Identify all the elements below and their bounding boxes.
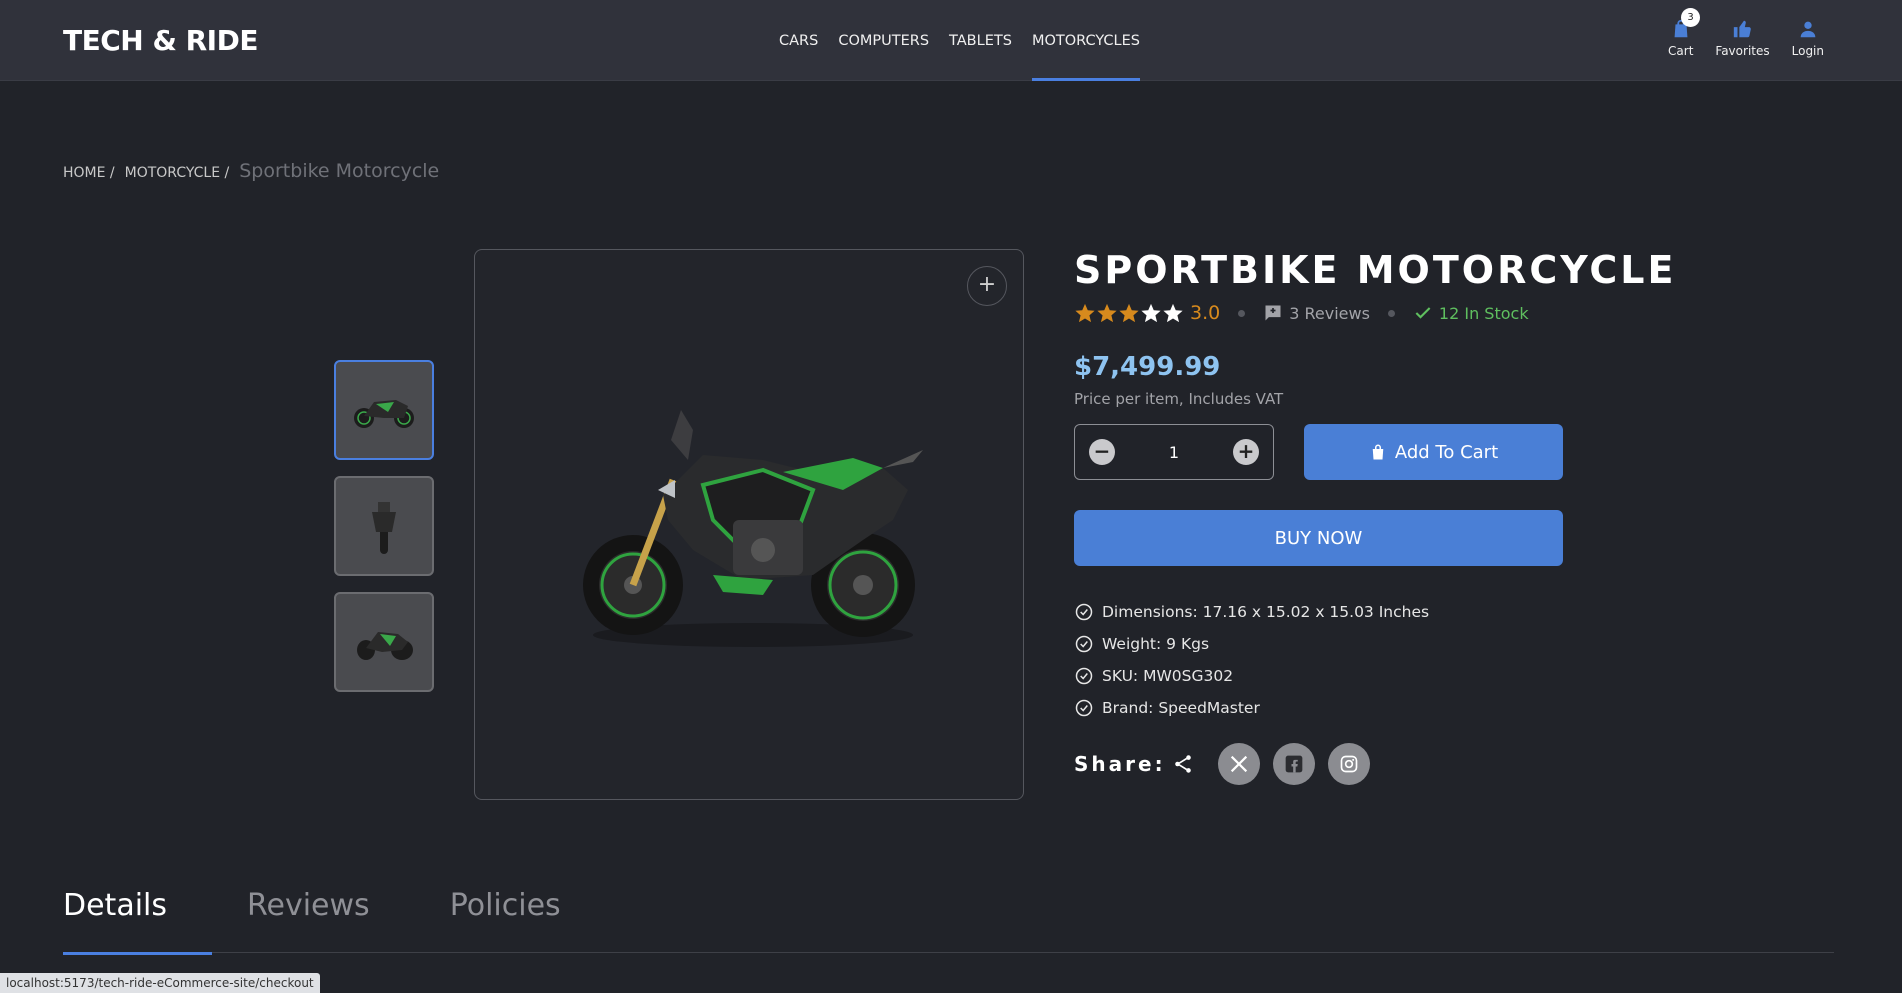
product-price: $7,499.99 xyxy=(1074,352,1221,382)
spec-brand: Brand: SpeedMaster xyxy=(1102,699,1260,717)
product-specs: Dimensions: 17.16 x 15.02 x 15.03 Inches… xyxy=(1074,596,1429,724)
site-logo[interactable]: TECH & RIDE xyxy=(63,24,258,57)
share-label: Share: xyxy=(1074,752,1166,776)
rating-row: 3.0 3 Reviews 12 In Stock xyxy=(1074,302,1529,324)
favorites-button[interactable]: Favorites xyxy=(1715,18,1770,58)
share-facebook-button[interactable] xyxy=(1272,743,1315,785)
nav-item-tablets[interactable]: TABLETS xyxy=(949,0,1012,81)
add-to-cart-label: Add To Cart xyxy=(1394,441,1499,463)
share-x-button[interactable] xyxy=(1217,743,1260,785)
spec-item: SKU: MW0SG302 xyxy=(1074,660,1429,692)
add-to-cart-button[interactable]: Add To Cart xyxy=(1304,424,1563,480)
check-icon xyxy=(1415,307,1431,319)
check-circle-icon xyxy=(1075,603,1093,621)
nav-item-computers[interactable]: COMPUTERS xyxy=(838,0,929,81)
spec-item: Weight: 9 Kgs xyxy=(1074,628,1429,660)
share-section: Share: xyxy=(1074,743,1383,785)
header-actions: 3 Cart Favorites Login xyxy=(1646,8,1824,58)
review-comment-icon xyxy=(1265,305,1281,321)
breadcrumb: HOME / MOTORCYCLE / Sportbike Motorcycle xyxy=(63,160,439,182)
quantity-stepper: − 1 + xyxy=(1074,424,1274,480)
share-icon xyxy=(1174,755,1191,773)
thumbs-up-icon xyxy=(1733,20,1751,38)
buy-now-button[interactable]: BUY NOW xyxy=(1074,510,1563,566)
cart-label: Cart xyxy=(1668,44,1694,58)
top-header: TECH & RIDE CARS COMPUTERS TABLETS MOTOR… xyxy=(0,0,1902,81)
favorites-label: Favorites xyxy=(1715,44,1770,58)
nav-item-cars[interactable]: CARS xyxy=(779,0,818,81)
user-icon xyxy=(1800,21,1816,38)
quantity-value[interactable]: 1 xyxy=(1169,443,1179,462)
spec-dimensions: Dimensions: 17.16 x 15.02 x 15.03 Inches xyxy=(1102,603,1430,621)
spec-sku: SKU: MW0SG302 xyxy=(1102,667,1234,685)
main-product-image[interactable]: + xyxy=(474,249,1024,800)
product-title: SPORTBIKE MOTORCYCLE xyxy=(1074,248,1677,292)
motorcycle-front-thumbnail xyxy=(372,502,396,554)
reviews-count-link[interactable]: 3 Reviews xyxy=(1263,303,1370,323)
reviews-count-text: 3 Reviews xyxy=(1289,303,1370,323)
x-logo-icon xyxy=(1230,755,1247,773)
breadcrumb-current: Sportbike Motorcycle xyxy=(239,160,440,182)
stock-text: 12 In Stock xyxy=(1438,303,1529,323)
star-empty-icon xyxy=(1141,303,1161,323)
stock-status: 12 In Stock xyxy=(1413,303,1529,323)
rating-value: 3.0 xyxy=(1190,302,1221,324)
tab-reviews[interactable]: Reviews xyxy=(247,880,370,953)
login-label: Login xyxy=(1791,44,1824,58)
share-instagram-button[interactable] xyxy=(1327,743,1370,785)
thumbnail-side-view[interactable] xyxy=(334,360,434,460)
star-filled-icon xyxy=(1097,303,1117,323)
facebook-icon xyxy=(1285,755,1302,773)
rating-stars xyxy=(1074,302,1184,324)
check-circle-icon xyxy=(1075,699,1093,717)
cart-button[interactable]: 3 Cart xyxy=(1668,8,1701,58)
tab-details[interactable]: Details xyxy=(63,880,213,955)
motorcycle-side-thumbnail xyxy=(354,400,414,428)
instagram-icon xyxy=(1340,755,1357,773)
breadcrumb-category[interactable]: MOTORCYCLE / xyxy=(125,165,230,181)
product-tabs: Details Reviews Policies xyxy=(63,880,1834,955)
check-circle-icon xyxy=(1075,635,1093,653)
separator-dot xyxy=(1238,309,1246,317)
decrease-quantity-button[interactable]: − xyxy=(1089,439,1115,465)
zoom-button[interactable]: + xyxy=(967,266,1007,306)
star-filled-icon xyxy=(1075,303,1095,323)
cart-count-badge: 3 xyxy=(1681,8,1701,27)
star-empty-icon xyxy=(1163,303,1183,323)
thumbnail-angle-view[interactable] xyxy=(334,592,434,692)
spec-weight: Weight: 9 Kgs xyxy=(1102,635,1210,653)
motorcycle-angle-thumbnail xyxy=(357,632,413,660)
login-button[interactable]: Login xyxy=(1792,18,1824,58)
separator-dot xyxy=(1387,309,1395,317)
spec-item: Dimensions: 17.16 x 15.02 x 15.03 Inches xyxy=(1074,596,1429,628)
star-filled-icon xyxy=(1119,303,1139,323)
check-circle-icon xyxy=(1075,667,1093,685)
tab-policies[interactable]: Policies xyxy=(450,880,561,953)
browser-status-url: localhost:5173/tech-ride-eCommerce-site/… xyxy=(0,973,320,993)
nav-item-motorcycles[interactable]: MOTORCYCLES xyxy=(1031,0,1141,81)
price-note: Price per item, Includes VAT xyxy=(1074,390,1284,408)
thumbnail-front-view[interactable] xyxy=(334,476,434,576)
motorcycle-image xyxy=(583,410,923,647)
main-nav: CARS COMPUTERS TABLETS MOTORCYCLES xyxy=(779,0,1160,81)
increase-quantity-button[interactable]: + xyxy=(1233,439,1259,465)
breadcrumb-home[interactable]: HOME / xyxy=(63,165,115,181)
shopping-bag-icon xyxy=(1372,444,1384,460)
spec-item: Brand: SpeedMaster xyxy=(1074,692,1429,724)
